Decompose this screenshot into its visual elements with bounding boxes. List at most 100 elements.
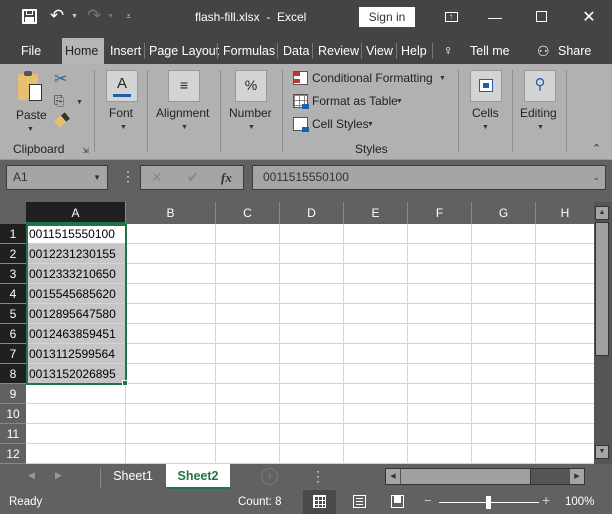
redo-icon[interactable]: ↷: [87, 6, 101, 26]
scroll-left-arrow-icon[interactable]: ◀: [386, 469, 400, 484]
column-header-h[interactable]: H: [536, 202, 594, 224]
customize-quick-access-icon[interactable]: ⩡: [126, 11, 131, 22]
row-header[interactable]: 3: [0, 264, 26, 284]
conditional-formatting-button[interactable]: Conditional Formatting ▼: [291, 70, 447, 88]
zoom-in-button[interactable]: +: [542, 492, 550, 508]
share-person-icon[interactable]: ⚇: [537, 43, 550, 60]
row-header[interactable]: 7: [0, 344, 26, 364]
horizontal-scrollbar[interactable]: ◀ ▶: [385, 468, 585, 485]
horizontal-scroll-thumb[interactable]: [401, 469, 531, 484]
column-header-f[interactable]: F: [408, 202, 472, 224]
zoom-out-button[interactable]: −: [424, 493, 432, 508]
worksheet-grid[interactable]: 0011515550100 0012231230155 001233321065…: [26, 224, 594, 464]
column-header-a[interactable]: A: [26, 202, 126, 224]
expand-formula-bar-icon[interactable]: ⌄: [592, 166, 600, 189]
previous-sheet-icon[interactable]: ◀: [28, 470, 35, 481]
tab-view[interactable]: View: [363, 38, 396, 64]
cell-styles-icon: [293, 117, 309, 132]
scroll-right-arrow-icon[interactable]: ▶: [570, 469, 584, 484]
tab-help[interactable]: Help: [398, 38, 430, 64]
tab-formulas[interactable]: Formulas: [220, 38, 278, 64]
confirm-entry-icon[interactable]: ✔: [187, 169, 199, 186]
sign-in-button[interactable]: Sign in: [359, 7, 415, 27]
row-header[interactable]: 4: [0, 284, 26, 304]
tab-split-grip-icon[interactable]: ⋮: [311, 468, 325, 485]
next-sheet-icon[interactable]: ▶: [55, 470, 62, 481]
page-layout-view-button[interactable]: [353, 495, 366, 508]
clipboard-group-label: Clipboard: [13, 142, 65, 156]
group-divider: [94, 70, 95, 152]
row-header[interactable]: 1: [0, 224, 26, 244]
row-headers: 1 2 3 4 5 6 7 8 9 10 11 12: [0, 224, 26, 464]
column-header-c[interactable]: C: [216, 202, 280, 224]
format-painter-brush-icon[interactable]: [54, 112, 70, 128]
copy-icon[interactable]: ⎘: [54, 93, 64, 109]
share-button[interactable]: Share: [555, 38, 594, 64]
close-button[interactable]: ✕: [566, 0, 612, 34]
column-header-b[interactable]: B: [126, 202, 216, 224]
zoom-level[interactable]: 100%: [565, 496, 594, 508]
scroll-down-arrow-icon[interactable]: ▼: [595, 445, 609, 459]
row-header[interactable]: 11: [0, 424, 26, 444]
insert-function-icon[interactable]: fx: [221, 170, 232, 186]
lightbulb-icon[interactable]: ♀: [443, 42, 454, 58]
row-header[interactable]: 5: [0, 304, 26, 324]
gridline: [407, 224, 408, 464]
conditional-formatting-label: Conditional Formatting: [312, 71, 433, 85]
normal-view-button[interactable]: [303, 490, 336, 514]
cell-styles-button[interactable]: Cell Styles ▼: [291, 116, 381, 134]
number-button[interactable]: % Number ▼: [228, 68, 278, 131]
column-header-d[interactable]: D: [280, 202, 344, 224]
name-box[interactable]: A1 ▼: [6, 165, 108, 190]
save-icon[interactable]: [22, 9, 37, 24]
tab-home[interactable]: Home: [62, 38, 104, 64]
font-button[interactable]: A Font ▼: [104, 68, 144, 131]
sheet-tab-sheet2[interactable]: Sheet2: [166, 464, 230, 489]
copy-dropdown-icon[interactable]: ▼: [76, 99, 83, 106]
minimize-icon: —: [488, 9, 502, 25]
row-header[interactable]: 10: [0, 404, 26, 424]
editing-dropdown-icon: ▼: [537, 124, 544, 131]
cells-button[interactable]: Cells ▼: [466, 68, 506, 131]
new-sheet-plus-icon[interactable]: +: [261, 468, 278, 485]
column-header-e[interactable]: E: [344, 202, 408, 224]
ribbon-display-options-button[interactable]: ↑: [428, 0, 474, 34]
vertical-scrollbar[interactable]: ▲ ▼: [594, 202, 612, 464]
sheet-tab-sheet1[interactable]: Sheet1: [104, 464, 162, 489]
column-header-g[interactable]: G: [472, 202, 536, 224]
formula-input[interactable]: 0011515550100 ⌄: [252, 165, 606, 190]
collapse-ribbon-icon[interactable]: ⌃: [592, 142, 601, 155]
redo-dropdown-icon[interactable]: ▼: [107, 13, 114, 20]
undo-icon[interactable]: ↶: [50, 6, 64, 26]
fill-handle[interactable]: [122, 380, 128, 386]
undo-dropdown-icon[interactable]: ▼: [71, 13, 78, 20]
page-break-preview-button[interactable]: [391, 495, 404, 508]
paste-button[interactable]: Paste ▼: [12, 70, 48, 134]
tab-page-layout[interactable]: Page Layout: [146, 38, 222, 64]
format-as-table-button[interactable]: Format as Table ▼: [291, 93, 411, 111]
tell-me-search[interactable]: Tell me: [467, 38, 513, 64]
formula-bar-grip-icon[interactable]: ⋮: [121, 169, 135, 183]
tab-insert[interactable]: Insert: [107, 38, 144, 64]
tab-review[interactable]: Review: [315, 38, 362, 64]
maximize-button[interactable]: [518, 0, 564, 34]
cut-scissors-icon[interactable]: ✂: [54, 69, 67, 89]
cancel-entry-icon[interactable]: ✕: [151, 169, 163, 186]
row-header[interactable]: 8: [0, 364, 26, 384]
row-header[interactable]: 9: [0, 384, 26, 404]
editing-button[interactable]: ⚲ Editing ▼: [518, 68, 562, 131]
gridline: [26, 443, 594, 444]
tab-data[interactable]: Data: [280, 38, 312, 64]
row-header[interactable]: 12: [0, 444, 26, 464]
clipboard-dialog-launcher-icon[interactable]: ⇲: [82, 146, 89, 155]
tab-file[interactable]: File: [18, 38, 44, 64]
row-header[interactable]: 6: [0, 324, 26, 344]
vertical-scroll-thumb[interactable]: [595, 222, 609, 356]
minimize-button[interactable]: —: [472, 0, 518, 34]
alignment-button[interactable]: ≡ Alignment ▼: [155, 68, 215, 131]
zoom-slider-thumb[interactable]: [486, 496, 491, 509]
status-bar: Ready Count: 8 − + 100%: [0, 490, 612, 514]
scroll-up-arrow-icon[interactable]: ▲: [595, 206, 609, 220]
name-box-dropdown-icon[interactable]: ▼: [93, 166, 101, 189]
row-header[interactable]: 2: [0, 244, 26, 264]
